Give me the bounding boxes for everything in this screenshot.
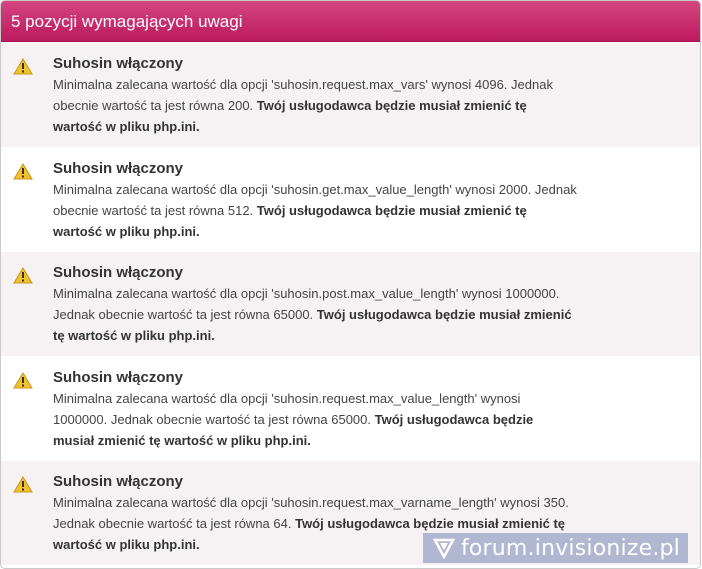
site-watermark: forum.invisionize.pl: [422, 533, 688, 563]
warning-title: Suhosin włączony: [53, 159, 184, 177]
panel-header: 5 pozycji wymagających uwagi: [1, 1, 700, 42]
warning-icon: [13, 267, 33, 284]
forum-logo-icon: [432, 538, 455, 559]
warning-title: Suhosin włączony: [53, 55, 184, 72]
warning-text: Minimalna zalecana wartość dla opcji 'su…: [53, 283, 578, 346]
warning-item: Suhosin włączony Minimalna zalecana wart…: [1, 355, 700, 461]
warning-title: Suhosin włączony: [53, 264, 184, 282]
warning-text: Minimalna zalecana wartość dla opcji 'su…: [53, 179, 578, 242]
warning-text: Minimalna zalecana wartość dla opcji 'su…: [53, 74, 578, 137]
watermark-text: forum.invisionize.pl: [460, 535, 680, 561]
warnings-panel: 5 pozycji wymagających uwagi Suhosin włą…: [0, 0, 701, 569]
warning-item: Suhosin włączony Minimalna zalecana wart…: [1, 251, 700, 356]
warning-icon: [13, 476, 33, 493]
warning-title: Suhosin włączony: [53, 473, 184, 491]
warning-icon: [13, 162, 33, 180]
warning-title: Suhosin włączony: [53, 368, 184, 386]
warning-icon: [13, 371, 33, 389]
warning-icon: [13, 58, 33, 75]
warning-text: Minimalna zalecana wartość dla opcji 'su…: [53, 388, 578, 451]
warning-item: Suhosin włączony Minimalna zalecana wart…: [1, 146, 700, 252]
warning-item: Suhosin włączony Minimalna zalecana wart…: [1, 42, 700, 147]
